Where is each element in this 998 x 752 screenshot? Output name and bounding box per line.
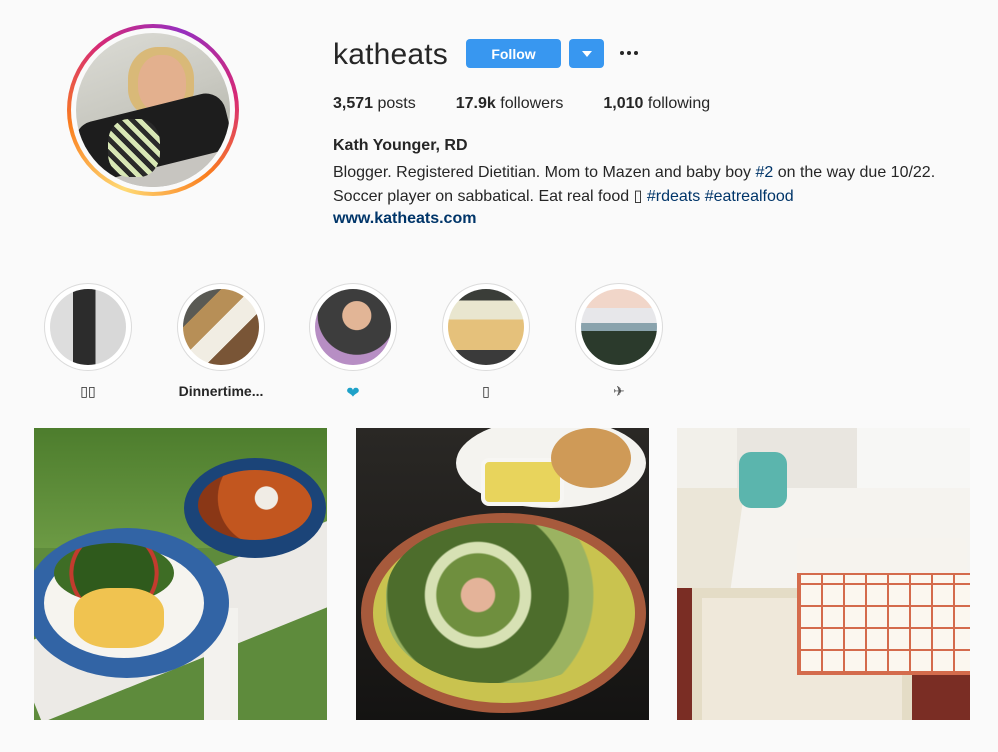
post-window [677,428,737,488]
post-thumbnail[interactable] [677,428,970,720]
highlight-ring [177,283,265,371]
following-count: 1,010 [603,95,644,112]
followers-count: 17.9k [455,95,496,112]
website-link[interactable]: www.katheats.com [333,210,476,228]
bio: Blogger. Registered Dietitian. Mom to Ma… [333,161,973,209]
story-highlight[interactable]: ▯▯ [33,283,143,401]
post-chili [198,470,312,540]
post-pillow [739,452,787,508]
story-highlight[interactable]: ✈ [564,283,674,401]
following-stat[interactable]: 1,010 following [603,95,710,113]
highlight-cover [581,289,657,365]
followers-stat[interactable]: 17.9k followers [456,95,564,113]
highlight-ring [442,283,530,371]
more-dot-icon [620,51,624,55]
posts-count: 3,571 [333,95,374,112]
suggested-dropdown-button[interactable] [569,39,604,68]
post-bin-lid [797,538,967,578]
highlight-cover [183,289,259,365]
hashtag-link[interactable]: #2 [755,164,773,181]
post-bread [551,428,631,488]
post-thumbnail[interactable] [34,428,327,720]
posts-label: posts [377,95,416,112]
highlight-label: ▯ [482,383,490,399]
post-cornbread [74,588,164,648]
post-thumbnail[interactable] [356,428,649,720]
posts-stat: 3,571 posts [333,95,416,113]
bio-text: Blogger. Registered Dietitian. Mom to Ma… [333,164,756,181]
more-options-button[interactable] [617,38,641,68]
highlight-label: ▯▯ [80,383,96,399]
highlight-ring [309,283,397,371]
hashtag-link-rdeats[interactable]: #rdeats [647,188,700,205]
profile-stats: 3,571 posts 17.9k followers 1,010 follow… [333,95,750,113]
story-highlight[interactable]: ▯ [431,283,541,401]
bio-text: Soccer player on sabbatical. Eat real fo… [333,188,647,205]
highlight-cover [50,289,126,365]
highlight-ring [575,283,663,371]
profile-avatar-ring[interactable] [67,24,239,196]
hashtag-link-eatrealfood[interactable]: #eatrealfood [705,188,794,205]
more-dot-icon [627,51,631,55]
highlight-cover [315,289,391,365]
follow-button[interactable]: Follow [466,39,561,68]
following-label: following [647,95,711,112]
post-salad [386,523,616,683]
chevron-down-icon [581,50,592,57]
airplane-icon: ✈ [613,383,625,399]
avatar-pattern [108,119,160,177]
story-highlight[interactable]: ❤ [298,283,408,402]
highlight-ring [44,283,132,371]
heart-icon: ❤ [346,385,360,402]
story-highlight[interactable]: Dinnertime... [166,283,276,401]
post-bin [797,573,970,675]
avatar[interactable] [76,33,230,187]
followers-label: followers [500,95,564,112]
highlight-cover [448,289,524,365]
more-dot-icon [634,51,638,55]
bio-text: on the way due 10/22. [773,164,936,181]
highlight-label: Dinnertime... [178,383,264,399]
username: katheats [333,38,449,71]
avatar-gap [71,28,235,192]
full-name: Kath Younger, RD [333,137,468,154]
